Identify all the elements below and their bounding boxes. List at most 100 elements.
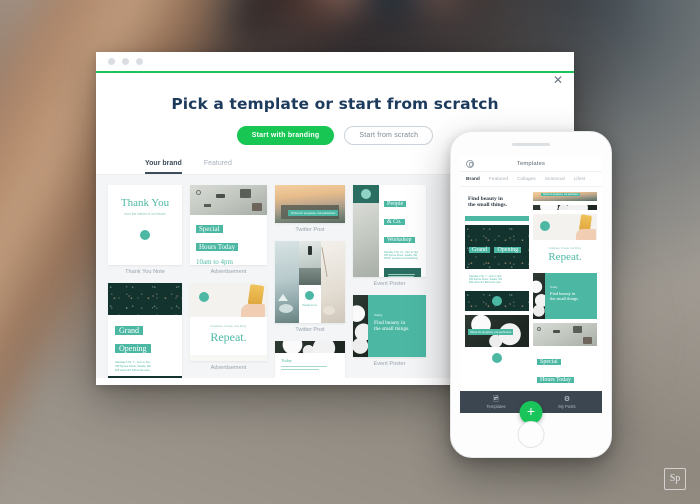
close-icon[interactable]: ✕ [552,74,564,86]
phone-speaker [512,143,550,146]
phone-tab-brand[interactable]: Brand [466,177,480,182]
phone-grid-column: Strive for progress, not perfection Cele… [533,192,597,390]
template-card-twitter-city[interactable]: Strive for progress, not perfection [275,185,345,223]
phone-card-hours: Hours Today [537,377,574,383]
phone-card-seal-light[interactable] [465,351,529,365]
tab-your-brand[interactable]: Your brand [145,160,182,174]
traffic-light-close-icon[interactable] [108,58,115,65]
template-line2: Hours Today [196,243,239,251]
template-caption: Twitter Post [295,227,325,233]
phone-card-grand-details[interactable]: Saturday 17th, 7 – 1pm to 4pm 455 Spruce… [465,273,529,287]
phone-bottom-nav: 🖻 Templates ⚙ My Posts + [460,391,602,424]
brand-seal-icon [140,230,150,240]
template-headline: Repeat. [210,330,247,344]
template-overlay-text: Strive for progress, not perfection [288,210,339,216]
template-headline: Thank You [120,197,170,209]
phone-tab-lifestyle[interactable]: Lifest [574,177,585,182]
phone-app-topbar: Templates [460,156,602,172]
phone-card-overlay: Strive for progress, not perfection [541,193,581,196]
phone-card-hours-text[interactable]: Special Hours Today [533,350,597,390]
template-card-advertisement-repeat[interactable]: Celebrate. Create. Get Busy. Repeat. [190,283,267,361]
template-subline: from the bottom of our hearts [124,212,166,216]
phone-card-today[interactable]: Today Find beauty in the small things. [533,273,597,319]
phone-card-eyebrow: Celebrate. Create. Get Busy. [548,247,582,250]
template-line2: the small things. [374,326,410,332]
traffic-light-minimize-icon[interactable] [122,58,129,65]
spark-logo: Sp [664,468,686,490]
phone-card-hours-photo[interactable] [533,323,597,346]
template-card-twitter-collage[interactable]: People & Co. [275,241,345,323]
gallery-column: Special Hours Today 10am to 4pm 141 Spru… [190,185,267,378]
phone-card-mono-strip[interactable] [533,205,597,210]
template-badge: People & Co. [302,304,318,307]
phone-template-grid: Find beauty in the small things. Grand O… [460,187,602,395]
template-line2: & Co. [384,219,405,225]
template-detail: RSVP: peopleco.com/workshop [384,257,418,260]
phone-card-line2: the small things. [550,296,579,301]
phone-card-repeat-photo[interactable] [533,214,597,240]
template-caption: Twitter Post [295,327,325,333]
gallery-column: People & Co. Workshop Saturday 17th, 12 … [353,185,426,375]
phone-home-button[interactable] [517,421,545,448]
template-caption: Thank You Note [125,269,165,275]
template-line1: Special [196,225,223,233]
tab-featured[interactable]: Featured [204,160,232,174]
phone-nav-templates[interactable]: 🖻 Templates [486,396,505,409]
template-line3: Workshop [384,237,415,243]
template-line3: 10am to 4pm [196,258,233,265]
template-card-today-beach[interactable]: Today [275,341,345,378]
start-with-branding-button[interactable]: Start with branding [236,126,335,145]
phone-screen-title: Templates [516,160,546,167]
phone-screen: Templates Brand Featured Collages Season… [460,156,602,413]
gear-icon[interactable] [466,159,474,168]
template-caption: Event Poster [373,361,406,367]
template-detail: 455 Spruce Street, Seattle, WA [115,365,151,368]
phone-card-headline: Repeat. [548,251,582,263]
template-card-advertisement-hours[interactable]: Special Hours Today 10am to 4pm 141 Spru… [190,185,267,265]
phone-card-seal-dark[interactable] [465,291,529,311]
phone-card-repeat-text[interactable]: Celebrate. Create. Get Busy. Repeat. [533,244,597,269]
traffic-light-maximize-icon[interactable] [136,58,143,65]
phone-category-tabs: Brand Featured Collages Seasonal Lifest [460,172,602,187]
start-from-scratch-button[interactable]: Start from scratch [344,126,434,145]
phone-nav-my-posts[interactable]: ⚙ My Posts [558,396,575,409]
phone-card-detail: $15 early bird, $20 at the door [469,281,501,284]
phone-card-grand: Grand [469,247,490,253]
template-line1: People [384,201,407,207]
template-eyebrow: Celebrate. Create. Get Busy. [210,324,247,328]
template-caption: Advertisement [210,365,247,371]
template-detail: Saturday 17th, 7 – 1pm to 4pm [115,361,151,364]
phone-nav-label: Templates [486,403,506,409]
phone-card-grand-opening[interactable]: Grand Opening [465,225,529,269]
phone-grid-column: Find beauty in the small things. Grand O… [465,192,529,390]
phone-mockup: Templates Brand Featured Collages Season… [450,131,612,458]
template-line2: Opening [115,344,151,353]
gallery-column: Strive for progress, not perfection Twit… [275,185,345,378]
page-title: Pick a template or start from scratch [171,95,499,113]
template-card-facebook-flyer[interactable]: Grand Opening Saturday 17th, 7 – 1pm to … [108,283,182,378]
phone-card-find-beauty[interactable]: Find beauty in the small things. [465,192,529,212]
phone-card-special: Special [537,359,561,365]
browser-titlebar [96,52,574,71]
phone-card-strive[interactable]: Strive for progress, not perfection [465,315,529,347]
phone-nav-label: My Posts [558,403,576,409]
template-line1: Grand [115,326,143,335]
template-eyebrow: Today [281,358,292,363]
phone-card-teal-bar[interactable] [465,216,529,221]
template-card-thank-you-note[interactable]: Thank You from the bottom of our hearts [108,185,182,265]
phone-tab-collages[interactable]: Collages [517,177,536,182]
template-card-event-poster-workshop[interactable]: People & Co. Workshop Saturday 17th, 12 … [353,185,426,277]
gallery-column: Thank You from the bottom of our hearts … [108,185,182,378]
phone-card-line2: the small things. [468,202,508,208]
phone-card-opening: Opening [494,247,522,253]
phone-card-city[interactable]: Strive for progress, not perfection [533,192,597,201]
phone-tab-seasonal[interactable]: Seasonal [545,177,565,182]
template-card-event-poster-find-beauty[interactable]: Today Find beauty in the small things. [353,295,426,357]
template-eyebrow: Today [374,313,383,317]
template-caption: Event Poster [373,281,406,287]
phone-card-overlay: Strive for progress, not perfection [468,329,514,335]
phone-tab-featured[interactable]: Featured [489,177,508,182]
template-detail: $15 early bird, $20 at the door [115,369,150,372]
image-icon: 🖻 [493,395,499,403]
posts-icon: ⚙ [563,395,571,403]
